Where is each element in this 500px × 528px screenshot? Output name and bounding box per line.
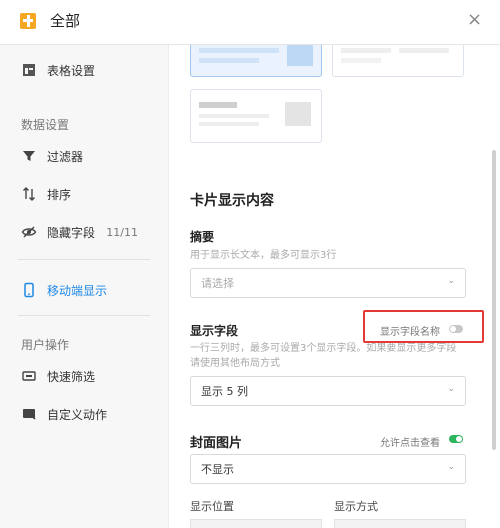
close-icon[interactable]: × xyxy=(467,9,482,30)
sidebar-item-label: 排序 xyxy=(47,187,72,202)
custom-action-icon xyxy=(23,409,36,420)
display-position-label: 显示位置 xyxy=(190,500,234,513)
sidebar-item-label: 移动端显示 xyxy=(47,283,108,298)
cover-image-select[interactable]: 不显示 ⌄ xyxy=(190,454,466,484)
settings-main-panel: 卡片显示内容 摘要 用于显示长文本，最多可显示3行 请选择 ⌄ 显示字段 一行三… xyxy=(169,45,500,528)
summary-select-placeholder: 请选择 xyxy=(201,277,234,290)
cover-image-label: 封面图片 xyxy=(190,436,243,451)
quick-filter-icon xyxy=(22,371,36,381)
data-settings-heading: 数据设置 xyxy=(21,118,70,132)
table-icon xyxy=(23,64,35,76)
display-fields-select[interactable]: 显示 5 列 ⌄ xyxy=(190,376,466,406)
dialog-title: 全部 xyxy=(50,12,81,30)
hidden-fields-count: 11/11 xyxy=(106,225,138,239)
sidebar-item-sort[interactable]: 排序 xyxy=(0,179,168,209)
layout-option-card[interactable] xyxy=(190,89,322,143)
sidebar-item-label: 自定义动作 xyxy=(47,407,108,422)
dialog-header: 全部 × xyxy=(0,0,500,45)
display-fields-label: 显示字段 xyxy=(190,324,239,338)
sidebar-item-hidden-fields[interactable]: 隐藏字段 11/11 xyxy=(0,217,168,247)
chevron-down-icon: ⌄ xyxy=(447,384,455,394)
app-logo-icon xyxy=(20,13,36,29)
layout-option-list-selected[interactable] xyxy=(190,45,322,77)
sort-icon xyxy=(23,187,35,201)
sidebar-item-table-settings[interactable]: 表格设置 xyxy=(0,55,168,85)
layout-option-grid[interactable] xyxy=(332,45,464,77)
sidebar-item-filter[interactable]: 过滤器 xyxy=(0,141,168,171)
sidebar-item-quick-filter[interactable]: 快速筛选 xyxy=(0,361,168,391)
display-position-select[interactable] xyxy=(190,519,322,528)
sidebar-item-label: 隐藏字段 xyxy=(47,225,96,240)
sidebar-item-label: 过滤器 xyxy=(47,149,84,164)
sidebar-item-label: 表格设置 xyxy=(47,63,96,78)
allow-click-view-label: 允许点击查看 xyxy=(380,438,440,449)
summary-select[interactable]: 请选择 ⌄ xyxy=(190,268,466,298)
settings-sidebar: 表格设置 数据设置 过滤器 排序 隐藏字段 11/11 移动端显示 用户操作 快… xyxy=(0,45,169,528)
display-fields-hint: 一行三列时，最多可设置3个显示字段。如果要显示更多字段请使用其他布局方式 xyxy=(190,343,457,369)
chevron-down-icon: ⌄ xyxy=(447,276,455,286)
display-mode-label: 显示方式 xyxy=(334,500,378,513)
eye-off-icon xyxy=(21,226,37,238)
summary-hint: 用于显示长文本，最多可显示3行 xyxy=(190,250,337,261)
summary-label: 摘要 xyxy=(190,230,215,244)
display-fields-value: 显示 5 列 xyxy=(201,385,248,398)
highlight-annotation-box xyxy=(363,310,484,343)
sidebar-item-custom-action[interactable]: 自定义动作 xyxy=(0,399,168,429)
mobile-phone-icon xyxy=(24,282,34,298)
card-content-heading: 卡片显示内容 xyxy=(190,193,274,209)
sidebar-divider xyxy=(18,315,150,316)
filter-icon xyxy=(23,151,35,161)
sidebar-item-label: 快速筛选 xyxy=(47,369,96,384)
sidebar-divider xyxy=(18,259,150,260)
sidebar-item-mobile-display[interactable]: 移动端显示 xyxy=(0,275,168,305)
chevron-down-icon: ⌄ xyxy=(447,462,455,472)
main-scrollbar[interactable] xyxy=(492,150,496,450)
display-mode-select[interactable] xyxy=(334,519,466,528)
cover-image-value: 不显示 xyxy=(201,463,234,476)
user-ops-heading: 用户操作 xyxy=(21,338,70,352)
allow-click-view-toggle[interactable] xyxy=(449,435,463,443)
